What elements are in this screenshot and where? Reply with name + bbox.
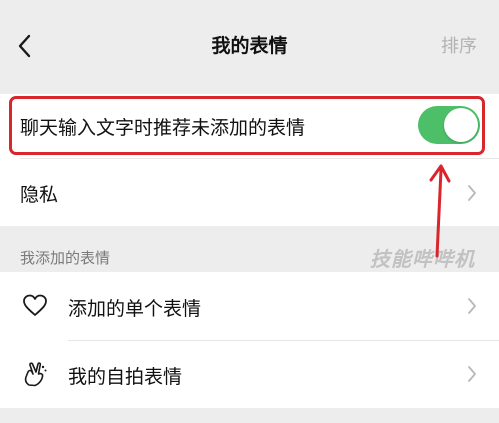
divider xyxy=(68,340,499,341)
section-title: 我添加的表情 xyxy=(20,249,111,267)
list-item-single-stickers[interactable]: 添加的单个表情 xyxy=(0,272,499,340)
privacy-label: 隐私 xyxy=(20,184,59,206)
page-title: 我的表情 xyxy=(211,35,288,57)
list-item-label: 我的自拍表情 xyxy=(68,366,183,388)
sort-button[interactable]: 排序 xyxy=(441,32,477,58)
chevron-right-icon xyxy=(468,298,476,314)
navbar: 我的表情 排序 xyxy=(0,0,499,94)
watermark: 技能哔哔机 xyxy=(370,247,475,271)
list-item-label: 添加的单个表情 xyxy=(68,298,202,320)
chevron-right-icon xyxy=(468,185,476,201)
list-item-selfie-stickers[interactable]: 我的自拍表情 xyxy=(0,340,499,408)
divider xyxy=(20,158,499,159)
highlight-box xyxy=(9,96,485,155)
heart-icon xyxy=(23,294,47,316)
annotation-arrow xyxy=(429,164,451,258)
selfie-hand-icon xyxy=(24,362,47,387)
chevron-right-icon xyxy=(468,366,476,382)
